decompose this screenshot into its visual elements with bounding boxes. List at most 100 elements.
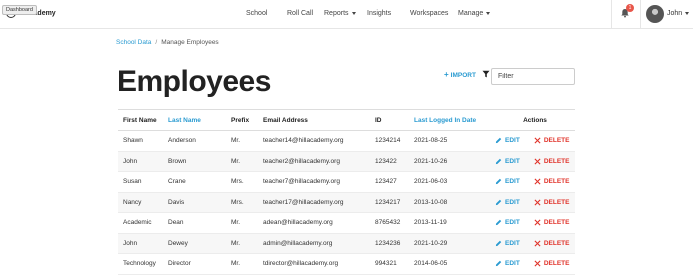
nav-reports-label: Reports <box>324 10 349 17</box>
cell-email: teacher7@hillacademy.org <box>263 178 340 186</box>
employees-table: First Name Last Name Prefix Email Addres… <box>118 109 575 275</box>
edit-label: EDIT <box>505 198 520 206</box>
delete-label: DELETE <box>543 137 570 145</box>
nav-manage-label: Manage <box>458 10 484 17</box>
pencil-icon <box>495 179 502 185</box>
user-menu[interactable]: John <box>667 10 690 17</box>
breadcrumb-school-data[interactable]: School Data <box>116 39 151 46</box>
header-last-name[interactable]: Last Name <box>168 117 231 124</box>
cell-actions: EDIT DELETE <box>495 199 575 206</box>
cell-email: teacher2@hillacademy.org <box>263 157 340 165</box>
header-first-name: First Name <box>123 116 157 124</box>
nav-insights[interactable]: Insights <box>367 10 391 17</box>
cell-id: 8765432 <box>375 219 401 227</box>
table-row: Technology Director Mr. tdirector@hillacade… <box>118 254 575 275</box>
cell-first-name: John <box>123 239 138 247</box>
notification-badge: 1 <box>626 4 634 12</box>
cell-last-logged: 2021-10-26 <box>414 157 448 165</box>
delete-button[interactable]: DELETE <box>534 137 570 145</box>
cell-last-name: Brown <box>168 157 187 165</box>
cell-email: teacher17@hillacademy.org <box>263 198 344 206</box>
cell-first-name: Susan <box>123 178 142 186</box>
close-icon <box>534 158 541 165</box>
close-icon <box>534 137 541 144</box>
table-row: John Brown Mr. teacher2@hillacademy.org 1234… <box>118 151 575 172</box>
breadcrumb: School Data / Manage Employees <box>116 39 219 46</box>
delete-button[interactable]: DELETE <box>534 260 569 267</box>
delete-label: DELETE <box>543 157 570 165</box>
import-button[interactable]: + IMPORT <box>444 70 476 79</box>
edit-button[interactable]: EDIT <box>495 158 520 165</box>
header-email: Email Address <box>263 116 308 124</box>
cell-last-logged: 2014-06-05 <box>414 260 448 268</box>
cell-last-logged: 2013-10-08 <box>414 198 448 206</box>
delete-button[interactable]: DELETE <box>534 219 569 226</box>
nav-workspaces[interactable]: Workspaces <box>410 10 448 17</box>
cell-id: 994321 <box>375 260 397 268</box>
cell-first-name: Nancy <box>123 198 142 206</box>
avatar[interactable] <box>646 5 664 23</box>
filter-icon[interactable] <box>482 70 490 78</box>
user-name: John <box>667 10 683 17</box>
delete-button[interactable]: DELETE <box>534 239 570 247</box>
table-row: Academic Dean Mr. adean@hillacademy.org 8765… <box>118 213 575 234</box>
cell-prefix: Mr. <box>231 239 241 247</box>
top-navbar: ll Academy Dashboard School Roll Call Re… <box>0 0 693 29</box>
table-body: Shawn Anderson Mr. teacher14@hillacademy.or… <box>118 131 575 275</box>
cell-email: admin@hillacademy.org <box>263 239 333 247</box>
chevron-down-icon <box>685 11 690 15</box>
cell-prefix: Mrs. <box>231 178 244 186</box>
nav-divider <box>611 0 612 29</box>
header-last-logged[interactable]: Last Logged In Date <box>414 117 495 124</box>
edit-button[interactable]: EDIT <box>495 260 520 267</box>
cell-last-name: Crane <box>168 178 186 186</box>
cell-actions: EDIT DELETE <box>495 219 575 226</box>
nav-school[interactable]: School <box>246 10 267 17</box>
nav-roll-call[interactable]: Roll Call <box>287 10 313 17</box>
import-label: IMPORT <box>450 72 476 79</box>
edit-button[interactable]: EDIT <box>495 199 520 206</box>
delete-button[interactable]: DELETE <box>534 178 570 186</box>
delete-button[interactable]: DELETE <box>534 199 569 206</box>
cell-id: 1234236 <box>375 239 401 247</box>
breadcrumb-current: Manage Employees <box>161 39 219 46</box>
chevron-down-icon <box>486 11 491 15</box>
delete-label: DELETE <box>543 178 570 186</box>
page-title: Employees <box>117 65 271 98</box>
table-row: Susan Crane Mrs. teacher7@hillacademy.org 12… <box>118 172 575 193</box>
nav-manage[interactable]: Manage <box>458 10 491 17</box>
close-icon <box>534 240 541 247</box>
dashboard-tooltip: Dashboard <box>2 5 37 15</box>
cell-actions: EDIT DELETE <box>495 240 575 247</box>
cell-last-logged: 2021-06-03 <box>414 178 448 186</box>
cell-id: 1234214 <box>375 137 401 145</box>
nav-reports[interactable]: Reports <box>324 10 356 17</box>
table-row: Nancy Davis Mrs. teacher17@hillacademy.org 1… <box>118 192 575 213</box>
edit-button[interactable]: EDIT <box>495 219 520 226</box>
pencil-icon <box>495 220 502 226</box>
table-row: Shawn Anderson Mr. teacher14@hillacademy.or… <box>118 131 575 152</box>
header-prefix: Prefix <box>231 116 250 124</box>
pencil-icon <box>495 199 502 205</box>
cell-last-logged: 2013-11-19 <box>414 219 447 227</box>
edit-button[interactable]: EDIT <box>495 240 520 247</box>
edit-button[interactable]: EDIT <box>495 178 520 185</box>
cell-first-name: Shawn <box>123 137 143 145</box>
cell-id: 1234217 <box>375 198 401 206</box>
plus-icon: + <box>444 70 449 79</box>
delete-button[interactable]: DELETE <box>534 157 570 165</box>
cell-last-name: Dewey <box>168 239 188 247</box>
header-actions: Actions <box>523 116 547 124</box>
filter-input[interactable] <box>491 68 575 85</box>
edit-label: EDIT <box>505 260 520 268</box>
edit-label: EDIT <box>505 239 520 247</box>
cell-last-name: Director <box>168 260 191 268</box>
edit-button[interactable]: EDIT <box>495 137 520 144</box>
edit-label: EDIT <box>505 157 520 165</box>
breadcrumb-separator: / <box>155 39 158 46</box>
pencil-icon <box>495 240 502 246</box>
delete-label: DELETE <box>543 239 570 247</box>
cell-actions: EDIT DELETE <box>495 137 575 144</box>
table-header: First Name Last Name Prefix Email Addres… <box>118 110 575 131</box>
close-icon <box>534 219 541 226</box>
